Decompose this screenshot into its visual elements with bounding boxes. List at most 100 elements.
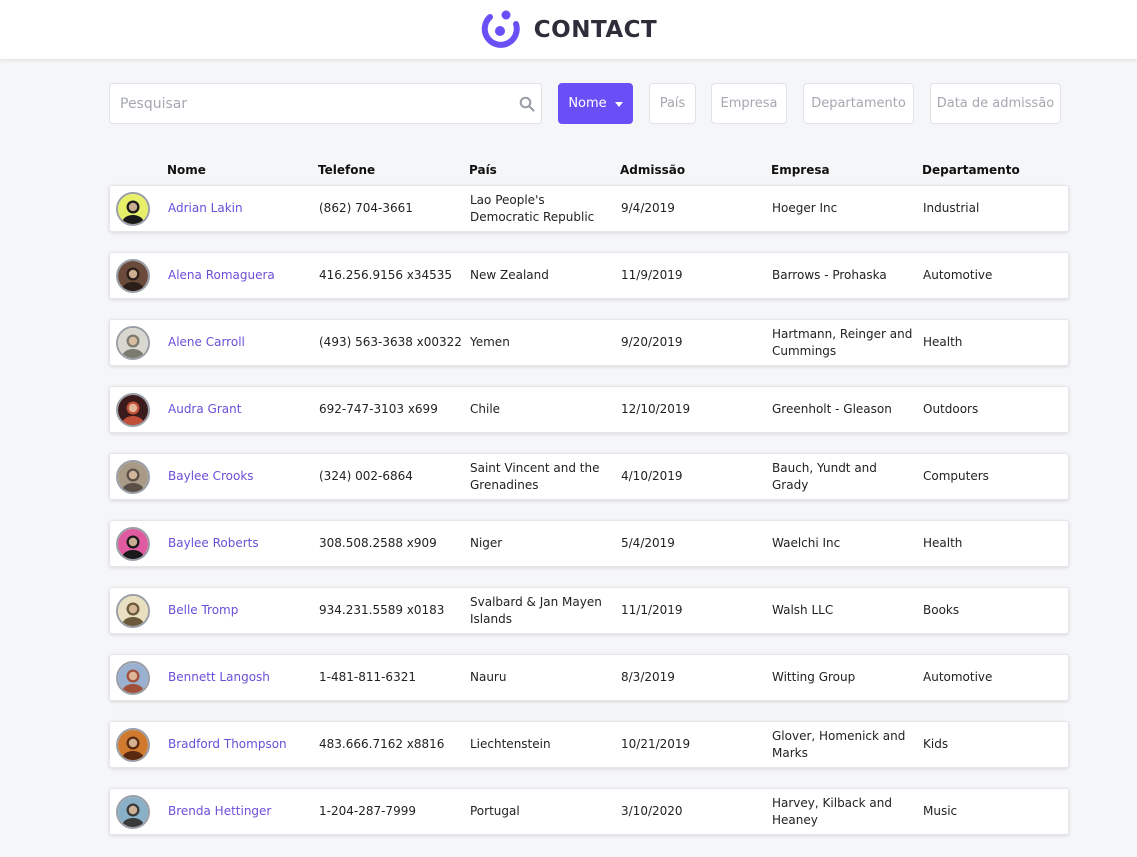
company-cell: Barrows - Prohaska [772, 253, 914, 298]
row-department-text: Books [923, 603, 960, 617]
table-header: Nome Telefone País Admissão Empresa Depa… [109, 163, 1069, 181]
row-company-text: Hoeger Inc [772, 201, 838, 215]
sort-pais-button[interactable]: País [649, 83, 696, 124]
company-cell: Waelchi Inc [772, 521, 914, 566]
admission-cell: 12/10/2019 [621, 387, 761, 432]
row-phone-text: (324) 002-6864 [319, 469, 413, 483]
row-company-text: Barrows - Prohaska [772, 268, 887, 282]
row-department-text: Outdoors [923, 402, 979, 416]
sort-admissao-button[interactable]: Data de admissão [930, 83, 1061, 124]
contact-name-link[interactable]: Adrian Lakin [168, 186, 314, 231]
country-cell: Svalbard & Jan Mayen Islands [470, 588, 610, 633]
avatar [116, 393, 150, 427]
row-country-text: Svalbard & Jan Mayen Islands [470, 594, 602, 626]
table-row[interactable]: Alena Romaguera 416.256.9156 x34535 New … [109, 252, 1069, 299]
country-cell: New Zealand [470, 253, 610, 298]
row-country-text: Chile [470, 402, 501, 416]
admission-cell: 10/21/2019 [621, 722, 761, 767]
row-department-text: Health [923, 536, 963, 550]
caret-down-icon [614, 101, 623, 107]
row-phone-text: 1-481-811-6321 [319, 670, 416, 684]
row-name-text: Belle Tromp [168, 603, 239, 617]
row-company-text: Glover, Homenick and Marks [772, 728, 906, 760]
row-department-text: Health [923, 335, 963, 349]
table-row[interactable]: Bennett Langosh 1-481-811-6321 Nauru 8/3… [109, 654, 1069, 701]
column-header-nome[interactable]: Nome [167, 163, 206, 177]
row-department-text: Industrial [923, 201, 980, 215]
table-row[interactable]: Audra Grant 692-747-3103 x699 Chile 12/1… [109, 386, 1069, 433]
column-header-empresa[interactable]: Empresa [771, 163, 830, 177]
country-cell: Saint Vincent and the Grenadines [470, 454, 610, 499]
row-admission-text: 8/3/2019 [621, 670, 675, 684]
app-title: CONTACT [533, 16, 658, 43]
contact-name-link[interactable]: Baylee Roberts [168, 521, 314, 566]
country-cell: Liechtenstein [470, 722, 610, 767]
country-cell: Niger [470, 521, 610, 566]
phone-cell: 1-481-811-6321 [319, 655, 465, 700]
sort-nome-button[interactable]: Nome [558, 83, 633, 124]
sort-departamento-button[interactable]: Departamento [803, 83, 914, 124]
country-cell: Nauru [470, 655, 610, 700]
contact-name-link[interactable]: Audra Grant [168, 387, 314, 432]
row-phone-text: 308.508.2588 x909 [319, 536, 437, 550]
country-cell: Portugal [470, 789, 610, 834]
brand[interactable]: CONTACT [480, 7, 657, 53]
row-company-text: Harvey, Kilback and Heaney [772, 795, 892, 827]
department-cell: Outdoors [923, 387, 1063, 432]
table-row[interactable]: Belle Tromp 934.231.5589 x0183 Svalbard … [109, 587, 1069, 634]
contact-name-link[interactable]: Bradford Thompson [168, 722, 314, 767]
row-country-text: Niger [470, 536, 503, 550]
table-row[interactable]: Baylee Roberts 308.508.2588 x909 Niger 5… [109, 520, 1069, 567]
table-row[interactable]: Brenda Hettinger 1-204-287-7999 Portugal… [109, 788, 1069, 835]
contact-logo-icon [480, 7, 522, 53]
row-name-text: Bradford Thompson [168, 737, 287, 751]
avatar [116, 728, 150, 762]
row-name-text: Adrian Lakin [168, 201, 243, 215]
avatar [116, 326, 150, 360]
department-cell: Books [923, 588, 1063, 633]
row-admission-text: 3/10/2020 [621, 804, 683, 818]
row-admission-text: 11/9/2019 [621, 268, 683, 282]
row-company-text: Hartmann, Reinger and Cummings [772, 326, 913, 358]
company-cell: Bauch, Yundt and Grady [772, 454, 914, 499]
column-header-pais[interactable]: País [469, 163, 497, 177]
contact-name-link[interactable]: Brenda Hettinger [168, 789, 314, 834]
contact-name-link[interactable]: Baylee Crooks [168, 454, 314, 499]
phone-cell: 416.256.9156 x34535 [319, 253, 465, 298]
row-admission-text: 9/4/2019 [621, 201, 675, 215]
admission-cell: 9/20/2019 [621, 320, 761, 365]
country-cell: Chile [470, 387, 610, 432]
contact-name-link[interactable]: Alena Romaguera [168, 253, 314, 298]
contact-name-link[interactable]: Bennett Langosh [168, 655, 314, 700]
table-row[interactable]: Adrian Lakin (862) 704-3661 Lao People's… [109, 185, 1069, 232]
phone-cell: (862) 704-3661 [319, 186, 465, 231]
department-cell: Health [923, 320, 1063, 365]
sort-admissao-label: Data de admissão [936, 96, 1055, 111]
contact-name-link[interactable]: Belle Tromp [168, 588, 314, 633]
avatar [116, 259, 150, 293]
row-admission-text: 10/21/2019 [621, 737, 691, 751]
table-row[interactable]: Baylee Crooks (324) 002-6864 Saint Vince… [109, 453, 1069, 500]
contact-name-link[interactable]: Alene Carroll [168, 320, 314, 365]
column-header-admissao[interactable]: Admissão [620, 163, 685, 177]
row-phone-text: 692-747-3103 x699 [319, 402, 438, 416]
table-row[interactable]: Alene Carroll (493) 563-3638 x00322 Yeme… [109, 319, 1069, 366]
row-name-text: Brenda Hettinger [168, 804, 272, 818]
sort-empresa-button[interactable]: Empresa [711, 83, 787, 124]
avatar [116, 527, 150, 561]
column-header-telefone[interactable]: Telefone [318, 163, 375, 177]
department-cell: Kids [923, 722, 1063, 767]
row-country-text: Portugal [470, 804, 520, 818]
admission-cell: 8/3/2019 [621, 655, 761, 700]
row-admission-text: 12/10/2019 [621, 402, 691, 416]
department-cell: Computers [923, 454, 1063, 499]
company-cell: Harvey, Kilback and Heaney [772, 789, 914, 834]
department-cell: Automotive [923, 655, 1063, 700]
sort-empresa-label: Empresa [720, 96, 778, 111]
search-input[interactable] [110, 84, 510, 123]
table-row[interactable]: Bradford Thompson 483.666.7162 x8816 Lie… [109, 721, 1069, 768]
row-phone-text: 1-204-287-7999 [319, 804, 416, 818]
phone-cell: 483.666.7162 x8816 [319, 722, 465, 767]
search-icon[interactable] [519, 96, 535, 112]
column-header-departamento[interactable]: Departamento [922, 163, 1020, 177]
